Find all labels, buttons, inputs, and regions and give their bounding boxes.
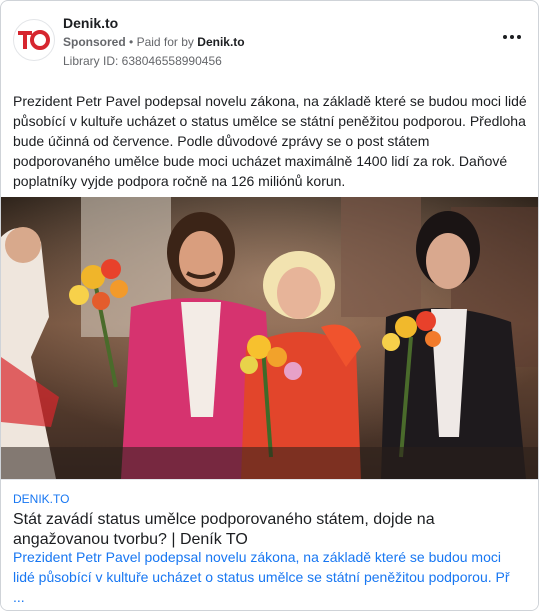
link-domain[interactable]: DENIK.TO (13, 492, 69, 506)
paid-for-by-name[interactable]: Denik.to (197, 35, 244, 49)
more-dot-icon (517, 35, 521, 39)
link-preview[interactable]: DENIK.TO Stát zavádí status umělce podpo… (1, 479, 538, 610)
link-title[interactable]: Stát zavádí status umělce podporovaného … (13, 510, 513, 550)
sponsored-label: Sponsored (63, 35, 126, 49)
denik-to-logo-icon (18, 30, 50, 50)
link-description[interactable]: Prezident Petr Pavel podepsal novelu zák… (13, 547, 525, 607)
ad-body-text: Prezident Petr Pavel podepsal novelu zák… (13, 93, 527, 189)
more-options-button[interactable] (498, 27, 526, 47)
ad-header: Denik.to Sponsored • Paid for by Denik.t… (13, 13, 526, 73)
sponsored-line: Sponsored • Paid for by Denik.to (63, 35, 245, 49)
ad-image[interactable] (1, 197, 538, 479)
stage-photo (1, 197, 538, 479)
ad-card: Denik.to Sponsored • Paid for by Denik.t… (0, 0, 539, 611)
separator: • (129, 35, 134, 49)
more-dot-icon (503, 35, 507, 39)
library-id: Library ID: 638046558990456 (63, 54, 222, 68)
more-dot-icon (510, 35, 514, 39)
advertiser-name[interactable]: Denik.to (63, 15, 118, 31)
advertiser-logo[interactable] (13, 19, 55, 61)
paid-for-by-label: Paid for by (136, 35, 194, 49)
